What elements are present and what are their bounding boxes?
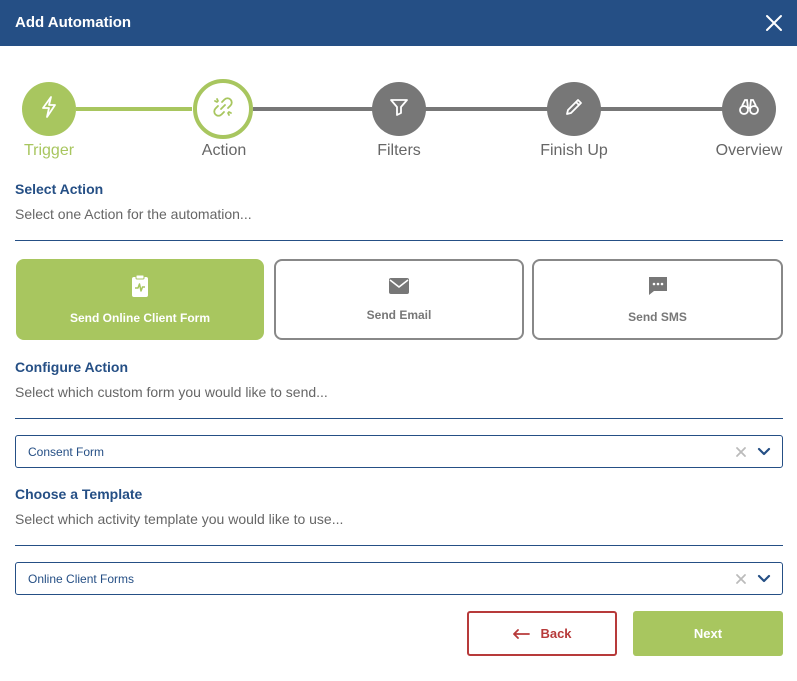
action-card-label: Send Email [366,308,432,322]
step-label-trigger: Trigger [23,142,75,159]
arrow-left-icon [512,628,531,639]
step-filters[interactable] [372,82,426,136]
custom-form-select-value: Consent Form [28,445,105,459]
back-button-label: Back [540,626,572,641]
action-card-send-email[interactable]: Send Email [274,259,524,340]
configure-action-title: Configure Action [15,359,129,375]
action-card-label: Send Online Client Form [69,311,210,325]
filter-icon [388,96,410,123]
step-label-finish-up: Finish Up [540,142,608,159]
template-select[interactable]: Online Client Forms [15,562,783,595]
chevron-down-icon[interactable] [756,572,772,586]
clipboard-icon [130,274,150,303]
choose-template-subtitle: Select which activity template you would… [15,511,344,527]
envelope-icon [388,277,410,300]
divider [15,545,783,546]
dialog-header: Add Automation [0,0,797,46]
choose-template-title: Choose a Template [15,486,143,502]
step-label-filters: Filters [377,142,421,159]
link-icon [211,95,235,124]
step-connector [253,107,374,111]
clear-icon[interactable] [734,572,748,586]
back-button[interactable]: Back [467,611,617,656]
action-card-send-online-client-form[interactable]: Send Online Client Form [16,259,264,340]
configure-action-subtitle: Select which custom form you would like … [15,384,328,400]
step-label-action: Action [201,142,247,159]
wizard-stepper: Trigger Action Filters Finish Up Overvie… [0,78,797,168]
close-icon[interactable] [764,13,784,33]
divider [15,240,783,241]
step-connector [76,107,192,111]
step-action[interactable] [193,79,253,139]
pencil-icon [563,96,585,123]
step-connector [600,107,724,111]
step-trigger[interactable] [22,82,76,136]
custom-form-select[interactable]: Consent Form [15,435,783,468]
next-button-label: Next [693,626,723,641]
clear-icon[interactable] [734,445,748,459]
binoculars-icon [737,96,761,123]
lightning-icon [38,95,60,124]
divider [15,418,783,419]
select-action-title: Select Action [15,181,104,197]
step-connector [425,107,549,111]
chevron-down-icon[interactable] [756,445,772,459]
select-action-subtitle: Select one Action for the automation... [15,206,252,222]
action-card-label: Send SMS [628,310,687,324]
template-select-value: Online Client Forms [28,572,135,586]
next-button[interactable]: Next [633,611,783,656]
step-label-overview: Overview [715,142,783,159]
step-overview[interactable] [722,82,776,136]
action-card-send-sms[interactable]: Send SMS [532,259,783,340]
step-finish-up[interactable] [547,82,601,136]
sms-icon [647,275,669,302]
dialog-title: Add Automation [15,14,132,31]
